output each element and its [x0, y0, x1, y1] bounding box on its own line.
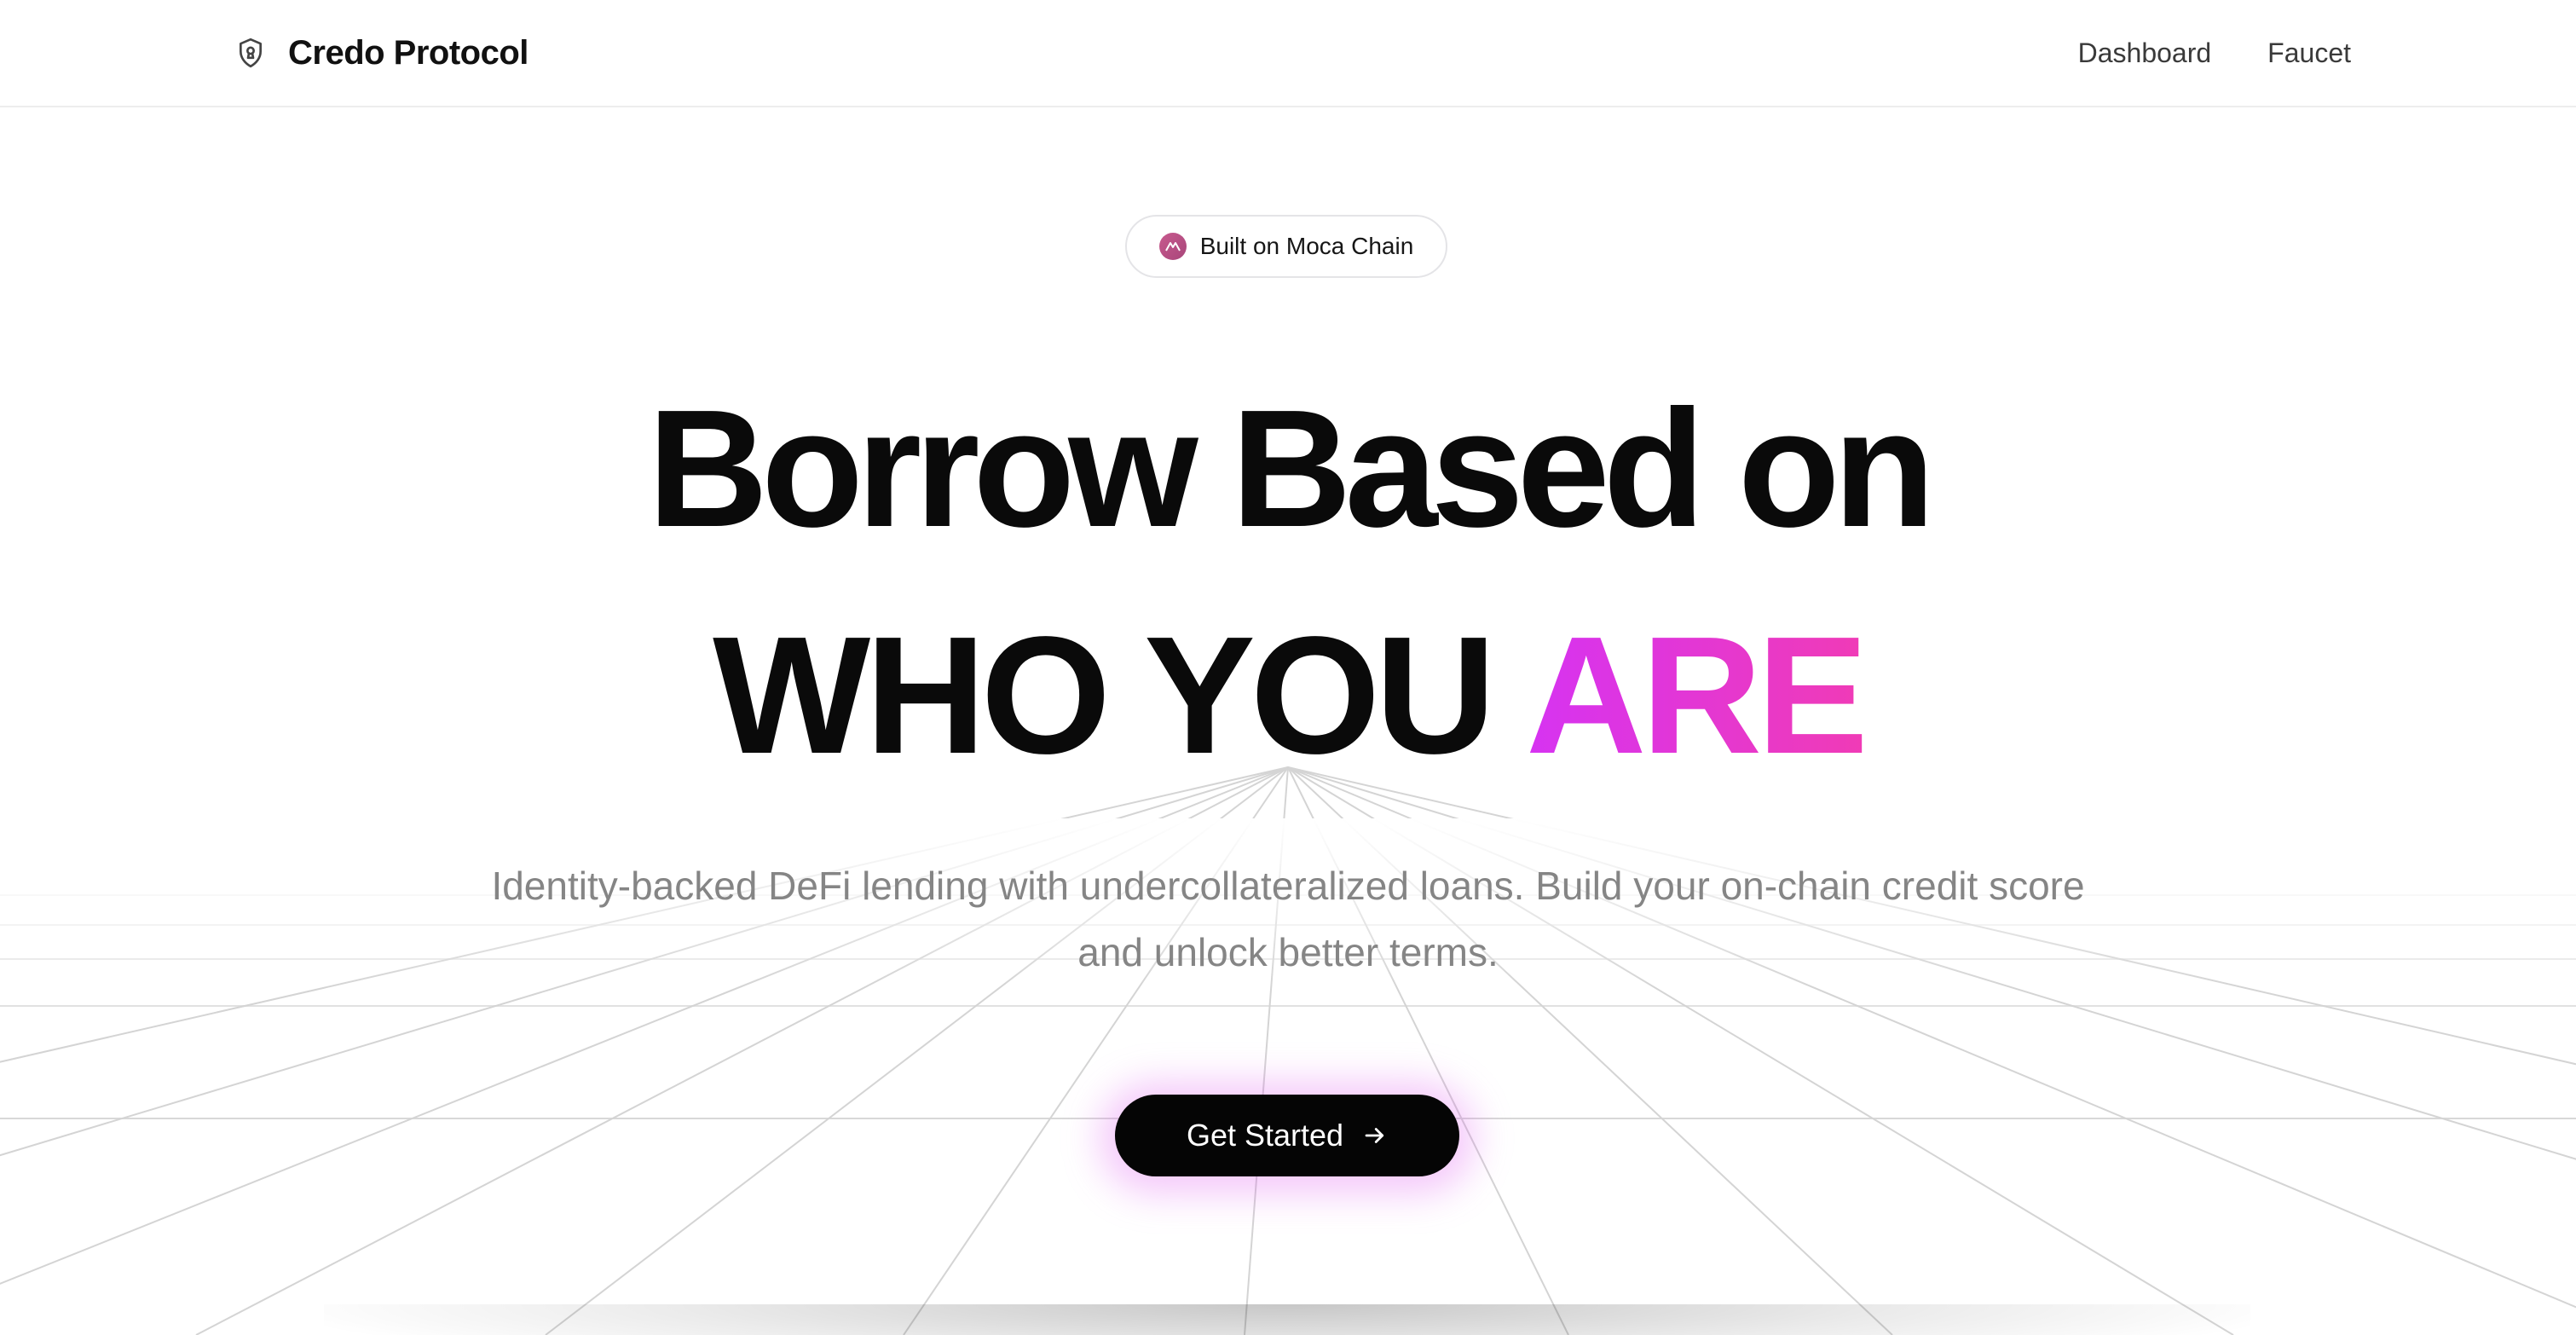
arrow-right-icon [1362, 1123, 1388, 1148]
moca-chain-logo-icon [1158, 233, 1187, 260]
badge-label: Built on Moca Chain [1199, 233, 1414, 259]
preview-card-shadow [324, 1304, 2250, 1335]
get-started-label: Get Started [1186, 1118, 1344, 1153]
top-navbar: Credo Protocol Dashboard Faucet [0, 0, 2576, 107]
headline-line-2: WHO YOU ARE [0, 593, 2576, 798]
headline-accent-text: ARE [1526, 602, 1868, 789]
nav-link-faucet[interactable]: Faucet [2267, 38, 2351, 69]
brand-name: Credo Protocol [288, 33, 528, 72]
main-nav: Dashboard Faucet [2078, 26, 2351, 80]
headline-plain-text: WHO YOU [713, 602, 1526, 789]
headline-line-1: Borrow Based on [647, 375, 1936, 562]
brand-logo-link[interactable]: Credo Protocol [232, 26, 528, 80]
shield-icon [232, 34, 269, 72]
get-started-button[interactable]: Get Started [1115, 1095, 1459, 1176]
hero-headline: Borrow Based on WHO YOU ARE [0, 367, 2576, 798]
hero-subtitle: Identity-backed DeFi lending with underc… [491, 864, 2085, 974]
landing-page: Credo Protocol Dashboard Faucet Built on… [0, 0, 2576, 1335]
built-on-badge: Built on Moca Chain [1125, 215, 1447, 278]
nav-link-dashboard[interactable]: Dashboard [2078, 38, 2212, 69]
